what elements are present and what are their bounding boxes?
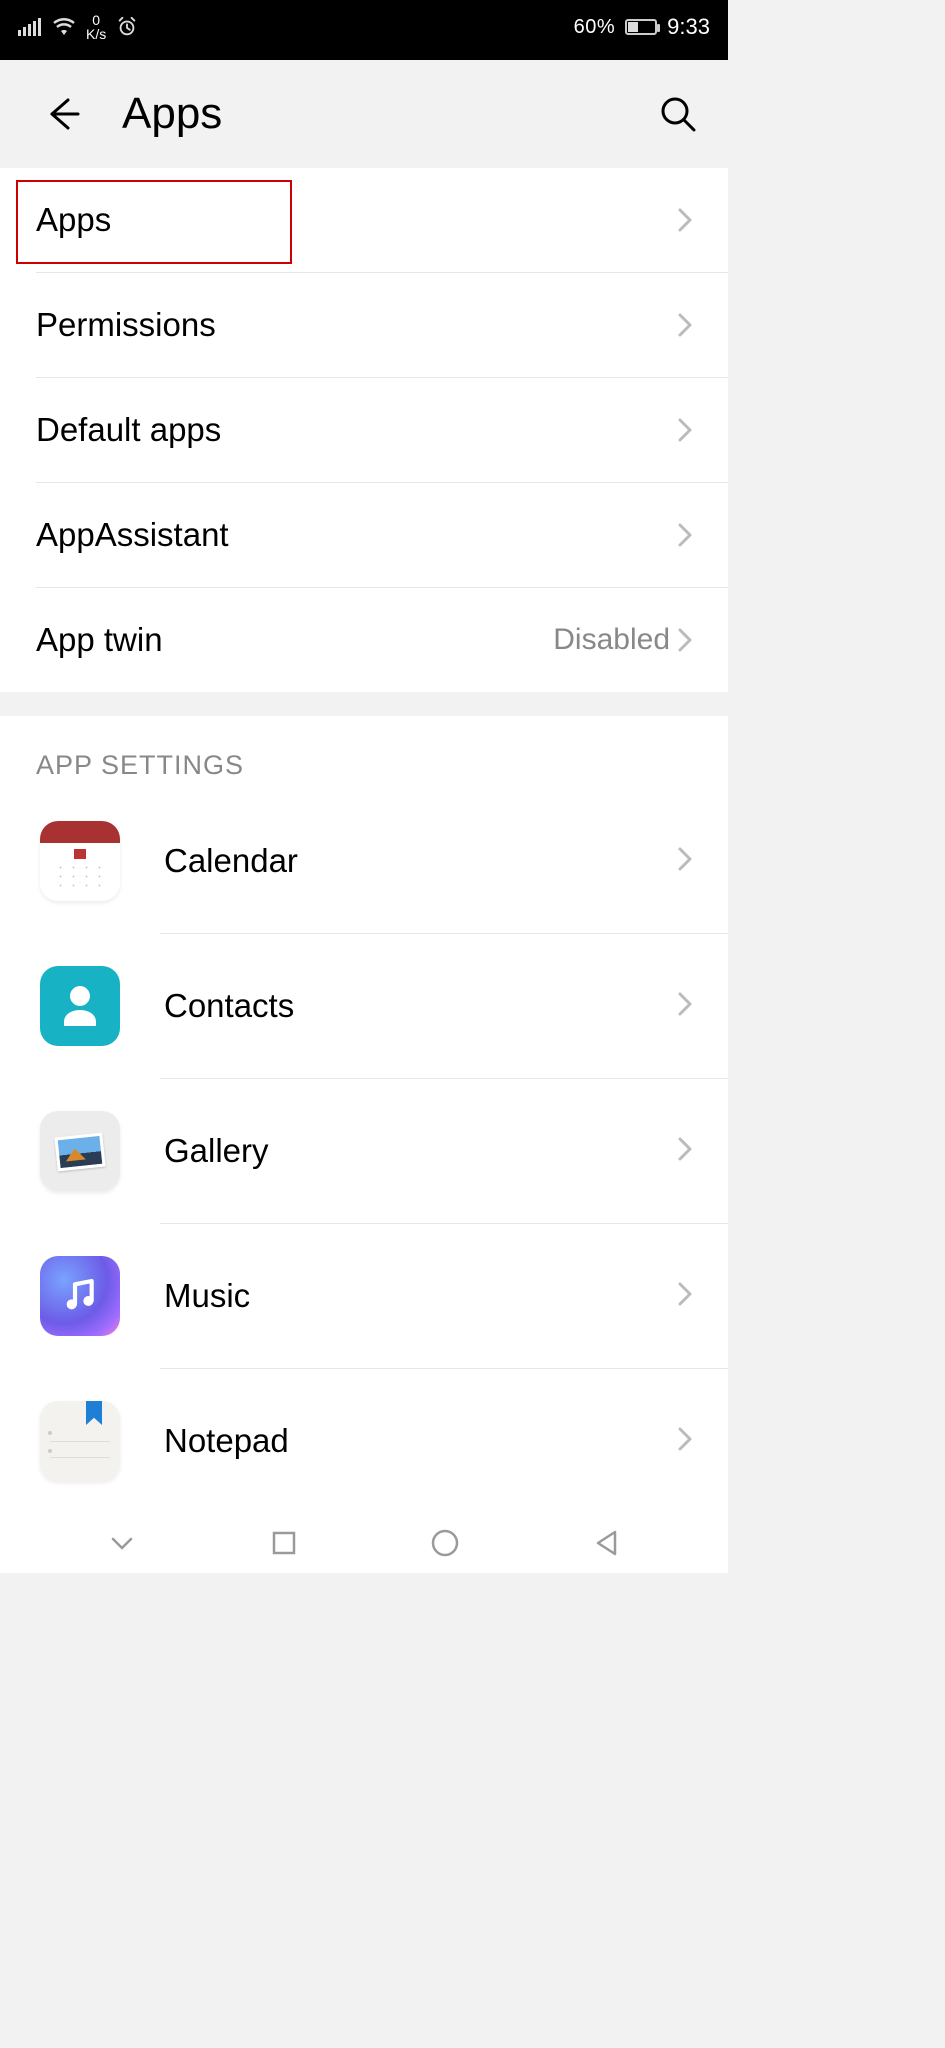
row-label: Apps — [36, 201, 676, 239]
system-nav-bar — [0, 1513, 728, 1573]
row-value: Disabled — [553, 623, 670, 657]
chevron-right-icon — [676, 416, 700, 444]
app-bar: Apps — [0, 60, 728, 168]
contacts-icon — [40, 966, 120, 1046]
app-row-contacts[interactable]: Contacts — [0, 934, 728, 1078]
nav-back-icon[interactable] — [591, 1527, 623, 1559]
row-label: App twin — [36, 621, 553, 659]
app-label: Music — [164, 1277, 676, 1315]
speed-top: 0 — [92, 13, 100, 27]
app-row-music[interactable]: Music — [0, 1224, 728, 1368]
app-label: Notepad — [164, 1422, 676, 1460]
chevron-right-icon — [676, 206, 700, 234]
chevron-right-icon — [676, 845, 700, 878]
page-title: Apps — [122, 89, 656, 139]
wifi-icon — [52, 18, 76, 36]
back-icon[interactable] — [40, 92, 84, 136]
row-default-apps[interactable]: Default apps — [0, 378, 728, 482]
row-appassistant[interactable]: AppAssistant — [0, 483, 728, 587]
app-label: Contacts — [164, 987, 676, 1025]
battery-icon — [625, 19, 657, 35]
row-apps[interactable]: Apps — [0, 168, 728, 272]
row-label: AppAssistant — [36, 516, 676, 554]
clock-time: 9:33 — [667, 14, 710, 40]
chevron-right-icon — [676, 521, 700, 549]
chevron-right-icon — [676, 1135, 700, 1168]
chevron-right-icon — [676, 311, 700, 339]
app-row-gallery[interactable]: Gallery — [0, 1079, 728, 1223]
chevron-right-icon — [676, 1280, 700, 1313]
nav-recents-icon[interactable] — [269, 1528, 299, 1558]
row-label: Default apps — [36, 411, 676, 449]
section-title: APP SETTINGS — [0, 716, 728, 789]
app-row-calendar[interactable]: Calendar — [0, 789, 728, 933]
chevron-right-icon — [676, 1425, 700, 1458]
gallery-icon — [40, 1111, 120, 1191]
alarm-icon — [116, 16, 138, 38]
nav-collapse-icon[interactable] — [105, 1526, 139, 1560]
app-label: Gallery — [164, 1132, 676, 1170]
nav-home-icon[interactable] — [429, 1527, 461, 1559]
row-label: Permissions — [36, 306, 676, 344]
notepad-icon — [40, 1401, 120, 1481]
music-icon — [40, 1256, 120, 1336]
chevron-right-icon — [676, 626, 700, 654]
signal-icon — [18, 18, 42, 36]
row-permissions[interactable]: Permissions — [0, 273, 728, 377]
app-row-notepad[interactable]: Notepad — [0, 1369, 728, 1513]
row-app-twin[interactable]: App twin Disabled — [0, 588, 728, 692]
battery-percent: 60% — [574, 16, 616, 39]
search-icon[interactable] — [656, 92, 700, 136]
network-speed: 0 K/s — [86, 13, 106, 41]
speed-bottom: K/s — [86, 27, 106, 41]
app-label: Calendar — [164, 842, 676, 880]
calendar-icon — [40, 821, 120, 901]
status-bar: 0 K/s 60% 9:33 — [0, 0, 728, 60]
chevron-right-icon — [676, 990, 700, 1023]
